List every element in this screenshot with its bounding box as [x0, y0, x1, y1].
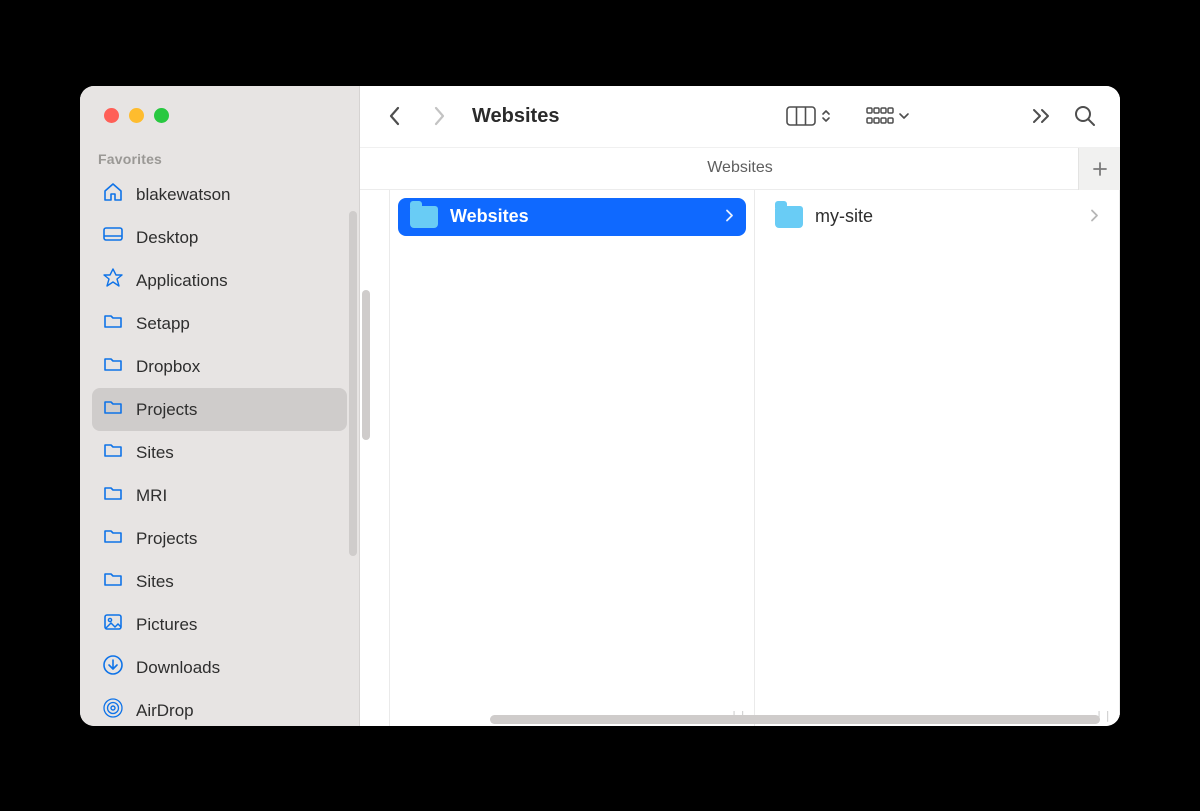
sidebar-item-label: Sites: [136, 572, 174, 592]
toolbar-overflow-button[interactable]: [1026, 99, 1058, 133]
folder-icon: [102, 439, 124, 466]
chevron-left-icon: [387, 106, 403, 126]
sidebar-item-blakewatson[interactable]: blakewatson: [92, 173, 347, 216]
downloads-icon: [102, 654, 124, 681]
sidebar-item-label: Sites: [136, 443, 174, 463]
folder-icon: [102, 482, 124, 509]
pictures-icon: [102, 611, 124, 638]
chevron-down-icon: [898, 110, 910, 122]
nav-back-button[interactable]: [378, 99, 412, 133]
sidebar-item-sites[interactable]: Sites: [92, 560, 347, 603]
folder-icon: [102, 353, 124, 380]
applications-icon: [102, 267, 124, 294]
column-item-websites[interactable]: Websites: [398, 198, 746, 236]
folder-icon: [775, 206, 803, 228]
sidebar-scrollbar[interactable]: [349, 211, 357, 556]
sidebar-item-label: Projects: [136, 529, 197, 549]
sidebar-item-downloads[interactable]: Downloads: [92, 646, 347, 689]
sidebar-item-label: Downloads: [136, 658, 220, 678]
minimize-window-button[interactable]: [129, 108, 144, 123]
home-icon: [102, 181, 124, 208]
sidebar-item-label: Setapp: [136, 314, 190, 334]
tab-title[interactable]: Websites: [707, 159, 773, 177]
column-previous-edge[interactable]: [360, 190, 390, 726]
sidebar-item-projects[interactable]: Projects: [92, 517, 347, 560]
folder-icon: [102, 396, 124, 423]
sidebar-item-label: Projects: [136, 400, 197, 420]
group-by-button[interactable]: [860, 99, 916, 133]
sidebar-item-desktop[interactable]: Desktop: [92, 216, 347, 259]
chevron-right-icon: [431, 106, 447, 126]
sidebar-item-label: MRI: [136, 486, 167, 506]
chevron-right-icon: [724, 206, 734, 227]
column-1: my-site||: [755, 190, 1120, 726]
double-chevron-right-icon: [1032, 108, 1052, 124]
tab-bar: Websites: [360, 148, 1120, 190]
view-columns-button[interactable]: [780, 99, 838, 133]
desktop-icon: [102, 224, 124, 251]
plus-icon: [1092, 161, 1108, 177]
folder-icon: [102, 568, 124, 595]
sidebar-item-label: Pictures: [136, 615, 197, 635]
folder-icon: [102, 310, 124, 337]
up-down-chevron-icon: [820, 108, 832, 124]
sidebar-item-projects[interactable]: Projects: [92, 388, 347, 431]
column-item-my-site[interactable]: my-site: [763, 198, 1111, 236]
sidebar-item-label: Desktop: [136, 228, 198, 248]
sidebar-item-pictures[interactable]: Pictures: [92, 603, 347, 646]
sidebar-item-setapp[interactable]: Setapp: [92, 302, 347, 345]
fullscreen-window-button[interactable]: [154, 108, 169, 123]
column-item-label: Websites: [450, 206, 529, 227]
sidebar-item-applications[interactable]: Applications: [92, 259, 347, 302]
sidebar-item-label: Applications: [136, 271, 228, 291]
search-button[interactable]: [1068, 99, 1102, 133]
sidebar-item-mri[interactable]: MRI: [92, 474, 347, 517]
sidebar: Favorites blakewatson Desktop Applications…: [80, 86, 360, 726]
chevron-right-icon: [1089, 206, 1099, 227]
column-item-label: my-site: [815, 206, 873, 227]
nav-forward-button[interactable]: [422, 99, 456, 133]
column-view: Websites|| my-site||: [360, 190, 1120, 726]
close-window-button[interactable]: [104, 108, 119, 123]
sidebar-item-airdrop[interactable]: AirDrop: [92, 689, 347, 725]
page-title: Websites: [472, 105, 559, 128]
folder-icon: [410, 206, 438, 228]
sidebar-item-sites[interactable]: Sites: [92, 431, 347, 474]
sidebar-favorites-list: blakewatson Desktop Applications Setapp Drop…: [80, 173, 359, 725]
finder-window: Favorites blakewatson Desktop Applications…: [80, 86, 1120, 726]
airdrop-icon: [102, 697, 124, 724]
folder-icon: [102, 525, 124, 552]
sidebar-item-label: blakewatson: [136, 185, 231, 205]
columns-view-icon: [786, 106, 816, 126]
sidebar-section-favorites: Favorites: [80, 147, 359, 173]
toolbar: Websites: [360, 86, 1120, 148]
window-controls: [80, 86, 359, 148]
search-icon: [1074, 105, 1096, 127]
column-0: Websites||: [390, 190, 755, 726]
sidebar-item-label: Dropbox: [136, 357, 200, 377]
sidebar-item-label: AirDrop: [136, 701, 194, 721]
group-icon: [866, 107, 894, 125]
new-tab-button[interactable]: [1078, 148, 1120, 190]
main-pane: Websites: [360, 86, 1120, 726]
sidebar-item-dropbox[interactable]: Dropbox: [92, 345, 347, 388]
horizontal-scrollbar[interactable]: [490, 715, 1100, 724]
